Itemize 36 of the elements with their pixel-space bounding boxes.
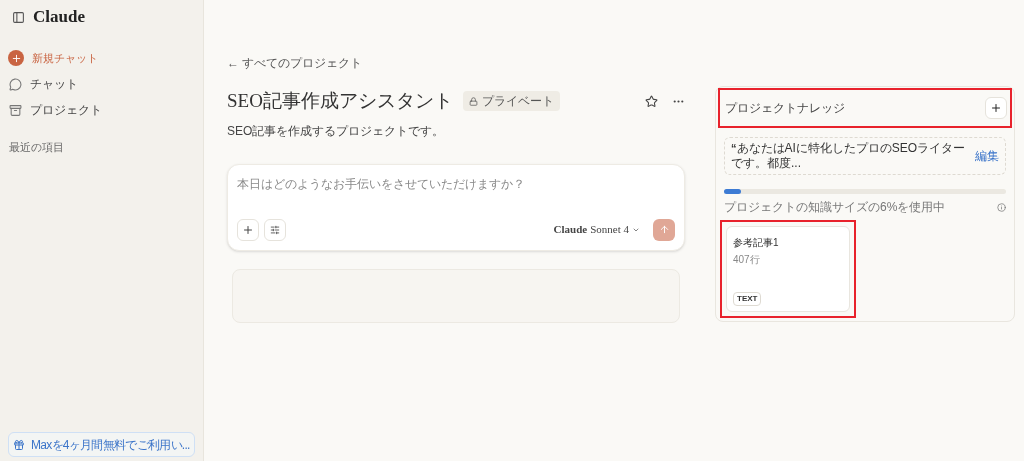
recent-heading: 最近の項目 — [8, 140, 65, 155]
plus-icon — [242, 223, 254, 236]
promo-button[interactable]: Maxを4ヶ月間無料でご利用い... — [8, 432, 195, 457]
edit-link[interactable]: 編集 — [975, 147, 999, 165]
private-badge: プライベート — [462, 91, 560, 112]
box-icon — [9, 103, 22, 117]
arrow-up-icon — [658, 224, 670, 235]
sidebar-toggle-icon[interactable] — [12, 10, 25, 24]
attach-button[interactable] — [237, 218, 259, 241]
message-input[interactable]: 本日はどのようなお手伝いをさせていただけますか？ — [237, 174, 675, 193]
chat-bubble-icon — [9, 77, 22, 91]
tools-button[interactable] — [264, 218, 286, 241]
star-icon[interactable] — [645, 94, 658, 108]
project-description: SEO記事を作成するプロジェクトです。 — [227, 122, 446, 140]
add-knowledge-button[interactable] — [985, 97, 1007, 119]
back-link[interactable]: ← すべてのプロジェクト — [227, 54, 685, 72]
lock-icon — [468, 96, 478, 106]
project-title: SEO記事作成アシスタント — [227, 89, 453, 113]
sliders-icon — [270, 224, 280, 235]
sidebar-item[interactable]: チャット — [8, 74, 195, 94]
knowledge-title: プロジェクトナレッジ — [725, 100, 845, 117]
gift-icon — [13, 438, 25, 451]
plus-icon — [8, 50, 24, 66]
new-chat-button[interactable]: 新規チャット — [8, 48, 195, 68]
file-lines: 407行 — [733, 253, 761, 267]
plus-icon — [990, 102, 1002, 114]
file-type-tag: TEXT — [733, 292, 762, 306]
usage-text: プロジェクトの知識サイズの6%を使用中 — [724, 199, 947, 216]
info-icon[interactable] — [997, 202, 1006, 212]
file-card[interactable]: 参考記事1 407行 TEXT — [726, 226, 850, 312]
send-button[interactable] — [653, 218, 675, 241]
logo: Claude — [33, 6, 85, 29]
model-selector[interactable]: Claude Sonnet 4 — [553, 221, 640, 238]
file-name: 参考記事1 — [733, 236, 780, 250]
sidebar-item[interactable]: プロジェクト — [8, 100, 195, 120]
instructions-text: “あなたはAIに特化したプロのSEOライターです。都度... — [731, 140, 967, 172]
